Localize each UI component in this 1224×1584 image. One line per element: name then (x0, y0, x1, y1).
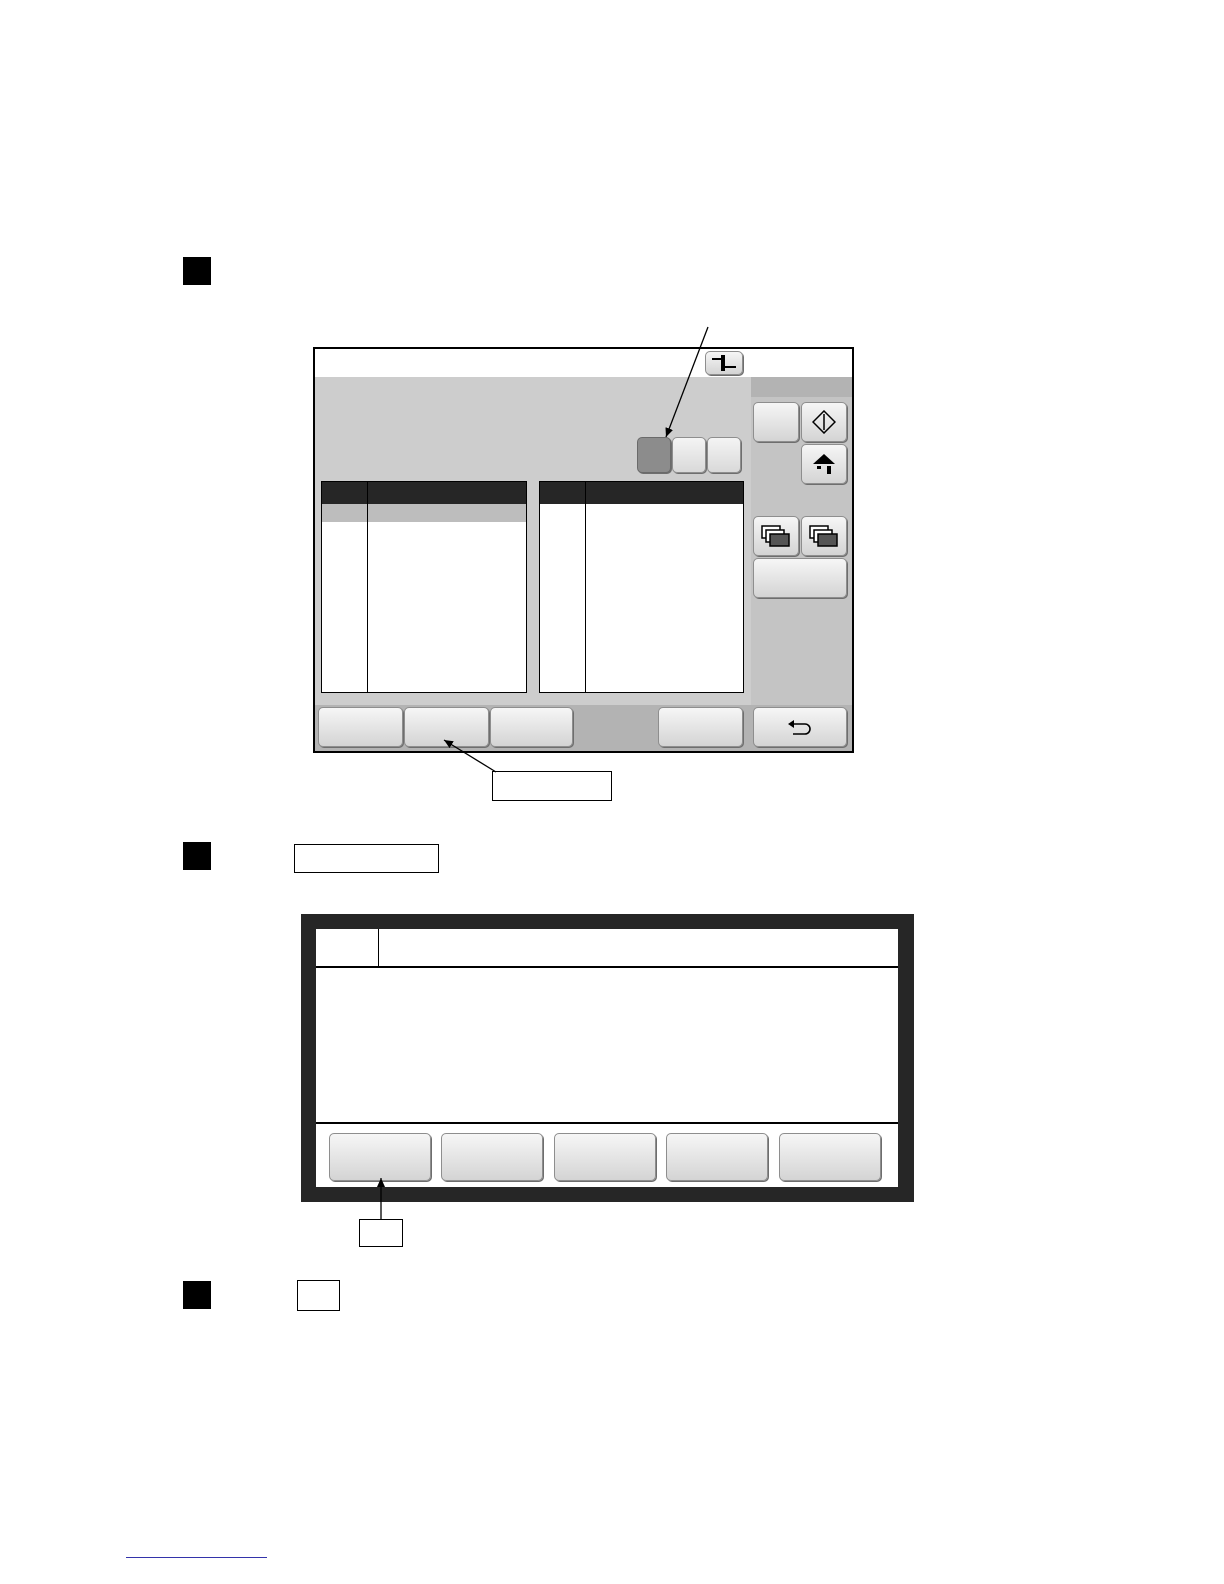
arrow-to-bottom-button (443, 739, 497, 773)
arrow-to-tab (665, 326, 709, 438)
annotation-arrows (377, 326, 709, 1219)
